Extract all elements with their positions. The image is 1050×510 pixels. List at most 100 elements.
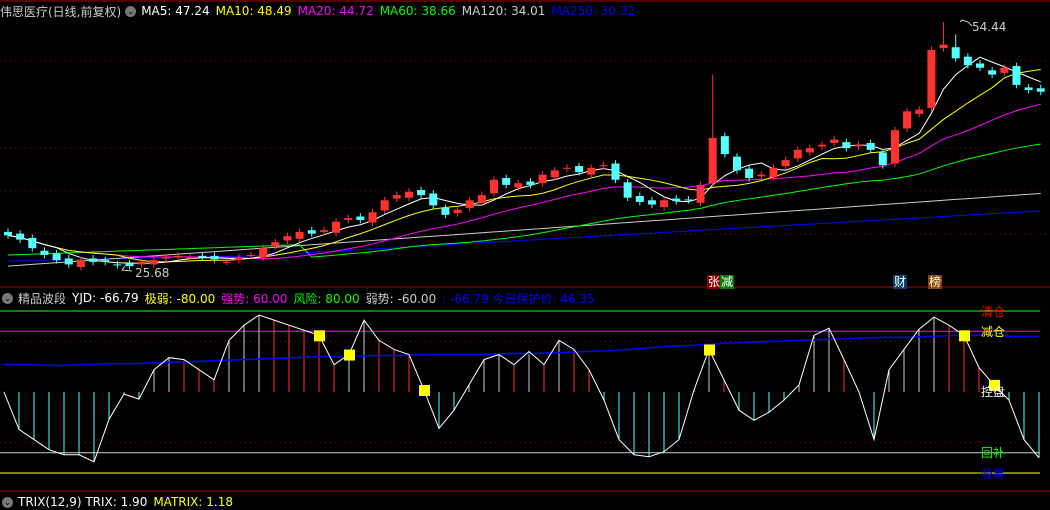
candle-body — [101, 260, 110, 262]
chevron-down-icon[interactable]: ⌄ — [2, 292, 13, 304]
candle-body — [441, 207, 450, 215]
high-price-label: 54.44 — [972, 20, 1007, 34]
indicator-header: ⌄ 精品波段 YJD: -66.79 极弱: -80.00 强势: 60.00 … — [0, 290, 601, 306]
candle-body — [1036, 88, 1045, 92]
candle-body — [76, 260, 85, 267]
candle-body — [356, 216, 365, 220]
ma5-label: MA5: 47.24 — [141, 4, 210, 18]
candle-body — [696, 184, 705, 203]
level-kongpan: 控盘 — [981, 385, 1006, 399]
candle-body — [538, 174, 547, 184]
candle-body — [647, 200, 656, 205]
candle-body — [271, 242, 280, 247]
candle-body — [781, 160, 790, 167]
candle-body — [234, 257, 243, 261]
candle-body — [890, 130, 899, 164]
candle-body — [854, 144, 863, 147]
candle-body — [635, 196, 644, 202]
candle-body — [599, 165, 608, 167]
candle-body — [963, 56, 972, 66]
candle-body — [951, 47, 960, 59]
candle-body — [915, 109, 924, 114]
candle-body — [429, 193, 438, 206]
candle-body — [769, 167, 778, 178]
candle-body — [149, 260, 158, 265]
trix-header: ⌄ TRIX(12,9) TRIX: 1.90 MATRIX: 1.18 — [0, 494, 239, 510]
level-xichou: 吸筹 — [981, 467, 1006, 481]
candle-body — [186, 257, 195, 259]
candle-body — [453, 209, 462, 214]
candle-body — [174, 255, 183, 257]
candle-body — [490, 179, 498, 194]
candle-body — [392, 195, 401, 199]
signal-marker — [344, 349, 355, 361]
candle-body — [222, 261, 231, 263]
candle-body — [198, 255, 207, 258]
matrix-label: MATRIX: 1.18 — [153, 495, 233, 509]
candle-body — [976, 63, 984, 68]
candle-body — [1024, 87, 1033, 90]
ruoshi-label: 弱势: -60.00 — [365, 291, 437, 306]
candle-body — [757, 174, 766, 177]
candle-body — [295, 231, 304, 239]
candle-body — [332, 221, 341, 233]
low-price-label: 25.68 — [135, 266, 170, 280]
candle-body — [16, 233, 25, 240]
candle-body — [89, 258, 98, 262]
candle-body — [720, 136, 729, 155]
candle-body — [259, 248, 268, 258]
candle-body — [319, 230, 328, 232]
candle-body — [210, 255, 219, 260]
candle-body — [52, 253, 61, 261]
candle-body — [550, 170, 559, 178]
candle-body — [283, 236, 292, 241]
candle-body — [575, 166, 584, 173]
candle-body — [587, 167, 596, 175]
candle-body — [465, 200, 474, 208]
candle-body — [113, 264, 122, 266]
candle-body — [878, 152, 887, 166]
candle-body — [526, 181, 535, 185]
chevron-down-icon[interactable]: ⌄ — [125, 5, 137, 17]
candle-body — [745, 168, 754, 179]
candle-body — [988, 70, 997, 75]
candle-body — [939, 44, 948, 49]
candle-body — [793, 149, 802, 159]
candle-body — [125, 263, 134, 267]
stock-title: 伟思医疗(日线,前复权) — [0, 4, 122, 19]
candle-body — [40, 250, 49, 256]
candle-body — [137, 261, 146, 265]
candle-body — [611, 163, 620, 180]
candle-body — [64, 258, 73, 265]
candle-body — [805, 148, 814, 153]
trix-label: TRIX(12,9) TRIX: 1.90 — [18, 495, 148, 509]
candle-body — [830, 139, 839, 143]
ma20-label: MA20: 44.72 — [297, 4, 374, 18]
candle-body — [502, 178, 511, 185]
chart-canvas — [0, 0, 1050, 492]
indicator-name: 精品波段 — [18, 291, 67, 306]
signal-marker — [419, 384, 430, 396]
low-marker — [121, 265, 133, 272]
candle-body — [514, 183, 523, 188]
candle-body — [623, 182, 632, 198]
chevron-down-icon[interactable]: ⌄ — [2, 496, 13, 508]
candle-body — [368, 212, 377, 223]
ma120-line — [7, 192, 1041, 267]
level-huibu: 回补 — [981, 446, 1006, 460]
yjd-label: YJD: -66.79 — [72, 291, 139, 305]
level-qingcang: 清仓 — [981, 305, 1006, 319]
tag-cai[interactable]: 财 — [893, 275, 908, 289]
main-header: 伟思医疗(日线,前复权) ⌄ MA5: 47.24 MA10: 48.49 MA… — [0, 3, 641, 19]
ma60-label: MA60: 38.66 — [379, 4, 456, 18]
tag-zhang[interactable]: 张 — [707, 275, 722, 289]
candle-body — [818, 144, 827, 147]
candle-body — [562, 167, 571, 169]
candle-body — [672, 198, 681, 202]
candle-body — [404, 191, 413, 198]
tag-bang[interactable]: 榜 — [928, 275, 943, 289]
jiruo-label: 极弱: -80.00 — [144, 291, 216, 306]
signal-marker — [959, 330, 970, 342]
tag-jian[interactable]: 减 — [720, 275, 735, 289]
ma120-label: MA120: 34.01 — [461, 4, 546, 18]
